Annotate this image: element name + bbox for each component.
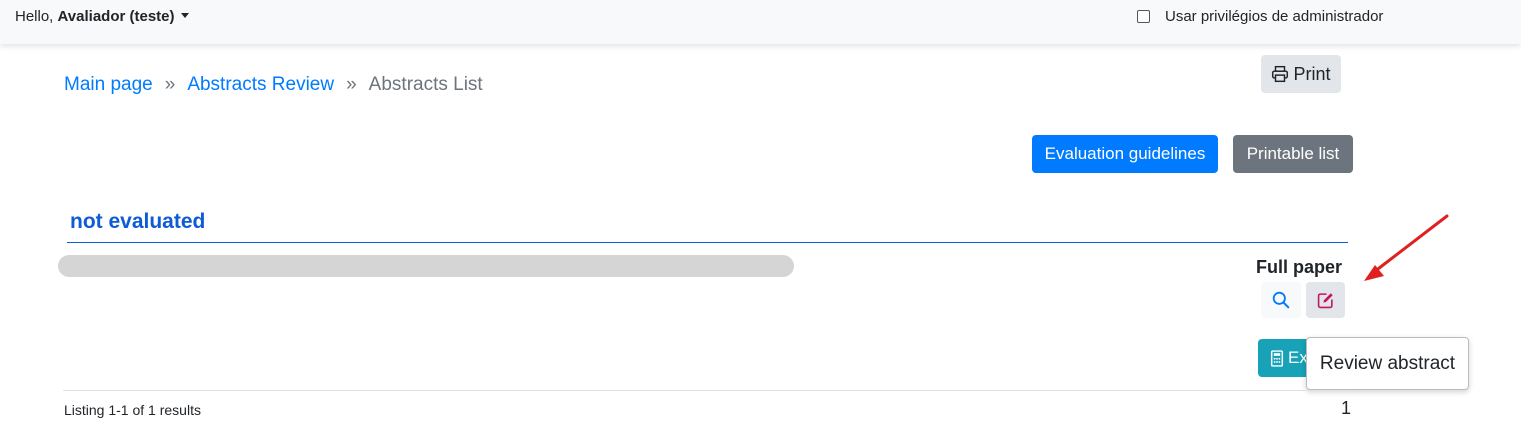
breadcrumb-main-page-link[interactable]: Main page [64, 74, 153, 95]
top-navbar: Hello, Avaliador (teste) Usar privilégio… [0, 0, 1521, 44]
redacted-abstract-title [58, 255, 794, 277]
review-abstract-tooltip: Review abstract [1306, 337, 1469, 390]
paper-type-label: Full paper [1256, 257, 1343, 277]
results-count: Listing 1-1 of 1 results [64, 402, 201, 418]
admin-privileges-label: Usar privilégios de administrador [1165, 8, 1384, 25]
review-abstract-button[interactable] [1306, 282, 1345, 318]
admin-privileges-checkbox[interactable] [1137, 10, 1150, 23]
printable-list-button[interactable]: Printable list [1233, 135, 1353, 173]
print-button[interactable]: Print [1261, 55, 1341, 93]
section-title: not evaluated [70, 210, 206, 233]
breadcrumb-current: Abstracts List [368, 74, 483, 95]
user-name: Avaliador (teste) [57, 8, 175, 25]
pagination-page-1[interactable]: 1 [1341, 398, 1351, 419]
footer-divider [63, 390, 1353, 391]
breadcrumb-separator: » [346, 74, 357, 95]
print-label: Print [1293, 63, 1331, 84]
evaluation-guidelines-button[interactable]: Evaluation guidelines [1032, 135, 1218, 173]
annotation-arrow-icon [1364, 214, 1449, 281]
admin-privileges-toggle[interactable]: Usar privilégios de administrador [1137, 8, 1383, 25]
calculator-icon [1270, 349, 1284, 367]
breadcrumb-separator: » [164, 74, 176, 95]
breadcrumb-abstracts-review-link[interactable]: Abstracts Review [187, 74, 334, 95]
user-menu-toggle[interactable]: Hello, Avaliador (teste) [15, 8, 189, 25]
edit-icon [1317, 292, 1333, 308]
section-divider [67, 242, 1348, 243]
printer-icon [1272, 65, 1289, 83]
export-label: Ex [1288, 348, 1308, 367]
greeting-prefix: Hello, [15, 8, 58, 25]
breadcrumb: Main page » Abstracts Review » Abstracts Lis… [64, 74, 483, 96]
caret-down-icon [180, 13, 189, 18]
search-icon [1272, 291, 1290, 309]
view-abstract-button[interactable] [1261, 282, 1301, 318]
